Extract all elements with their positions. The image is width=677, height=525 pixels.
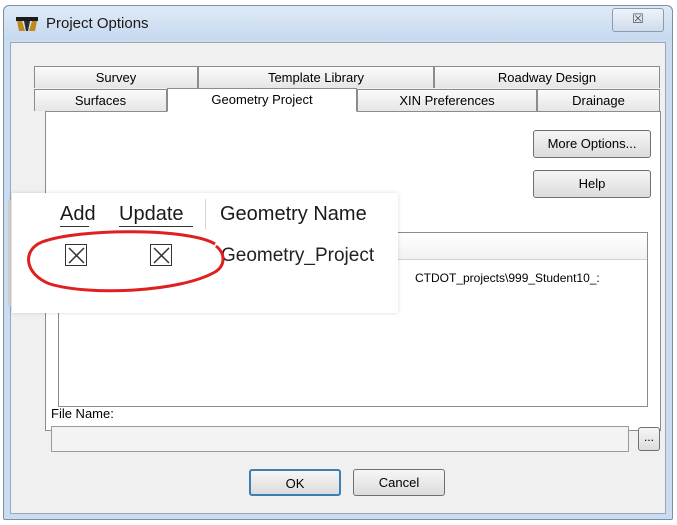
button-label: Cancel (378, 475, 420, 490)
tab-label: Drainage (572, 93, 625, 108)
tab-template-library[interactable]: Template Library (198, 66, 434, 88)
title-bar: Project Options ☒ (4, 6, 672, 40)
tab-label: Template Library (267, 70, 365, 85)
button-label: OK (285, 476, 305, 491)
tab-label: Geometry Project (211, 92, 313, 107)
tab-xin-preferences[interactable]: XIN Preferences (357, 89, 537, 111)
roadway-app-icon (16, 17, 38, 31)
help-button[interactable]: Help (533, 170, 651, 198)
ok-button[interactable]: OK (249, 469, 341, 496)
callout-edge (8, 200, 11, 306)
file-name-input[interactable] (51, 426, 629, 452)
column-header-add: Add (60, 203, 96, 225)
button-label: More Options... (547, 136, 637, 151)
column-divider (205, 199, 206, 229)
tab-surfaces[interactable]: Surfaces (34, 89, 167, 111)
geometry-name-cell: Geometry_Project (221, 245, 375, 266)
browse-icon: ... (643, 430, 654, 444)
tab-survey[interactable]: Survey (34, 66, 198, 88)
cancel-button[interactable]: Cancel (353, 469, 445, 496)
browse-button[interactable]: ... (638, 427, 660, 451)
file-name-label: File Name: (51, 406, 114, 421)
column-header-geometry-name: Geometry Name (220, 203, 367, 225)
close-icon: ☒ (632, 11, 644, 26)
tab-drainage[interactable]: Drainage (537, 89, 660, 111)
tab-geometry-project[interactable]: Geometry Project (167, 88, 357, 112)
window-title: Project Options (46, 15, 149, 32)
tab-roadway-design[interactable]: Roadway Design (434, 66, 660, 88)
column-header-update: Update (119, 203, 184, 225)
geometry-path-cell: CTDOT_projects\999_Student10_: (415, 271, 600, 285)
button-label: Help (578, 176, 606, 191)
red-highlight-ellipse (27, 230, 225, 293)
tab-label: Surfaces (74, 93, 127, 108)
tab-label: Survey (95, 70, 137, 85)
close-button[interactable]: ☒ (612, 8, 664, 32)
tab-label: XIN Preferences (399, 93, 495, 108)
more-options-button[interactable]: More Options... (533, 130, 651, 158)
tab-label: Roadway Design (497, 70, 597, 85)
